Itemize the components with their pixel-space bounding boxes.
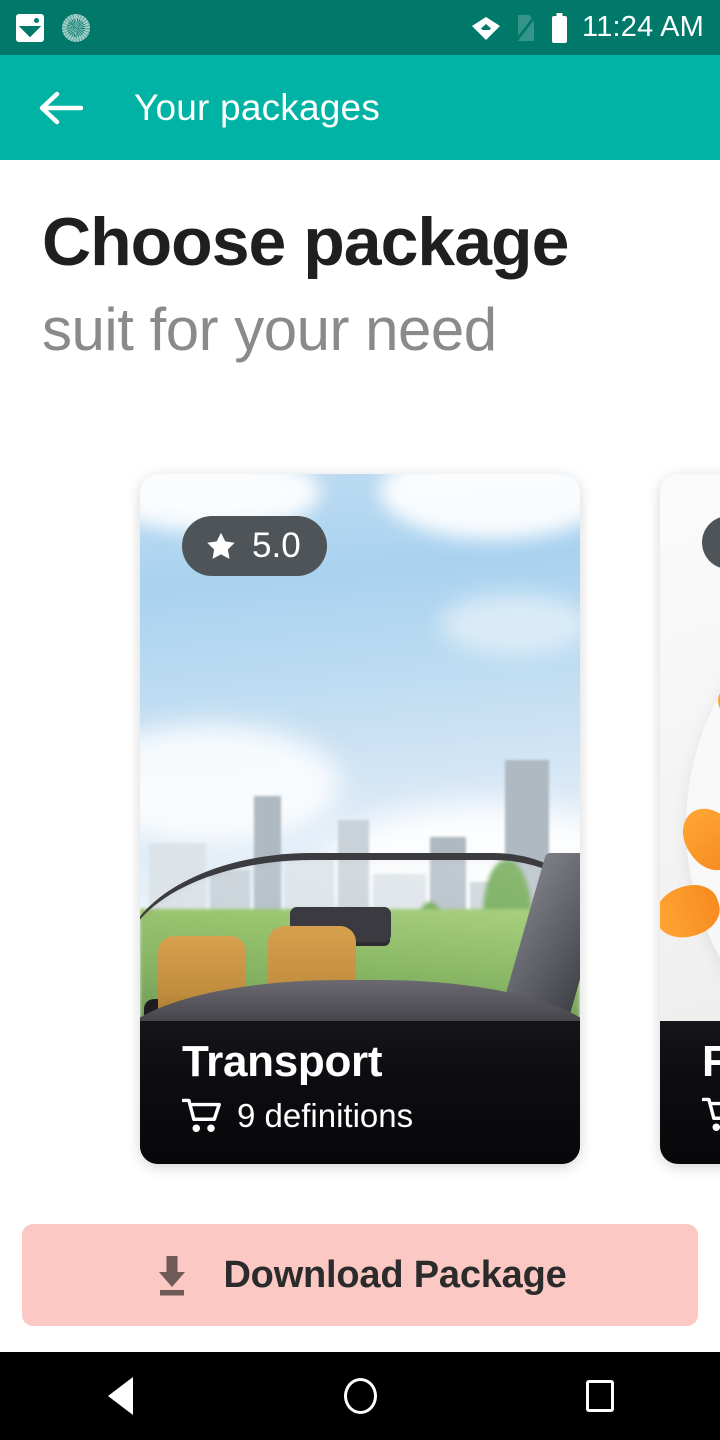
status-bar: 11:24 AM <box>0 0 720 55</box>
download-package-button[interactable]: Download Package <box>22 1224 698 1326</box>
nav-recents-button[interactable] <box>545 1352 655 1440</box>
nav-home-button[interactable] <box>305 1352 415 1440</box>
download-icon <box>159 1256 186 1296</box>
app-bar-title: Your packages <box>134 86 381 128</box>
back-button[interactable] <box>34 82 86 134</box>
card-info-overlay: F <box>660 1021 720 1164</box>
star-icon <box>207 532 235 559</box>
package-card-transport[interactable]: 5.0 Transport 9 definitions <box>140 474 580 1164</box>
battery-icon <box>552 12 568 43</box>
android-nav-bar <box>0 1352 720 1440</box>
card-meta-row <box>702 1097 720 1133</box>
home-circle-icon <box>343 1378 377 1414</box>
image-icon <box>16 13 44 42</box>
rating-badge: 5.0 <box>182 516 327 576</box>
download-button-label: Download Package <box>223 1253 567 1296</box>
sync-spinner-icon <box>62 13 90 42</box>
page-heading-block: Choose package suit for your need <box>42 208 702 361</box>
card-title: F <box>702 1037 720 1086</box>
page-title: Choose package <box>42 204 569 280</box>
clock-label: 11:24 AM <box>582 11 704 43</box>
back-arrow-icon <box>39 91 83 124</box>
card-meta-row: 9 definitions <box>182 1097 538 1135</box>
shopping-cart-icon <box>702 1097 720 1132</box>
package-card-food[interactable]: F <box>660 474 720 1164</box>
status-bar-right-icons: 11:24 AM <box>471 11 704 44</box>
phone-screen: 11:24 AM Your packages Choose package su… <box>0 0 720 1440</box>
card-meta-text: 9 definitions <box>237 1097 414 1135</box>
card-info-overlay: Transport 9 definitions <box>140 1021 580 1164</box>
package-carousel[interactable]: 5.0 Transport 9 definitions F <box>0 474 720 1166</box>
shopping-cart-icon <box>182 1098 221 1133</box>
page-subtitle: suit for your need <box>42 296 497 363</box>
status-bar-left-icons <box>16 13 90 42</box>
app-bar: Your packages <box>0 55 720 160</box>
wifi-icon <box>472 16 501 40</box>
carrot-flower <box>660 792 720 946</box>
nav-back-button[interactable] <box>65 1352 175 1440</box>
card-title: Transport <box>182 1037 383 1086</box>
sim-off-icon <box>515 13 538 42</box>
recents-square-icon <box>586 1380 614 1412</box>
back-triangle-icon <box>107 1377 133 1415</box>
rating-value: 5.0 <box>252 526 301 565</box>
